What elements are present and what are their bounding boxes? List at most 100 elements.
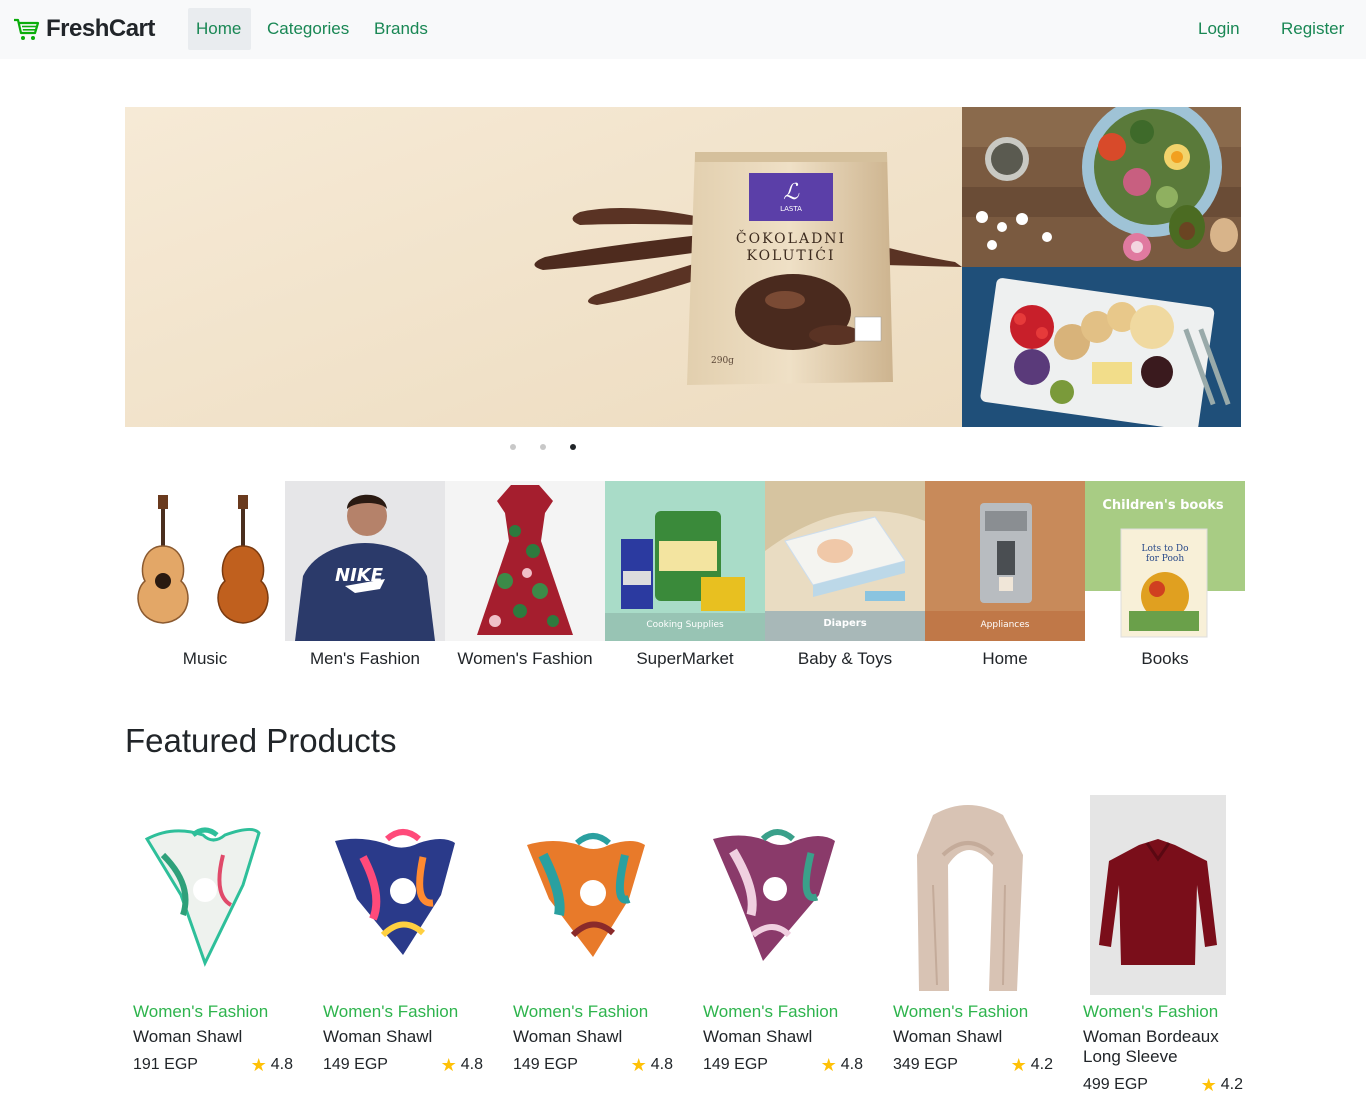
product-name[interactable]: Woman Shawl bbox=[893, 1027, 1053, 1047]
svg-text:NIKE: NIKE bbox=[335, 565, 384, 586]
product-image[interactable] bbox=[513, 795, 673, 995]
category-image-diapers: Diapers bbox=[765, 481, 925, 641]
nav-link-register[interactable]: Register bbox=[1273, 8, 1352, 50]
rating-value: 4.8 bbox=[650, 1056, 673, 1073]
category-card-music[interactable]: Music bbox=[125, 481, 285, 671]
product-name[interactable]: Woman Shawl bbox=[703, 1027, 863, 1047]
main-slider-image[interactable]: ℒ LASTA ČOKOLADNI KOLUTIĆI 290g bbox=[125, 107, 962, 427]
product-rating: ★ 4.2 bbox=[1011, 1056, 1053, 1074]
product-price: 149 EGP bbox=[513, 1056, 578, 1073]
category-image-caption: Children's books bbox=[1102, 498, 1224, 513]
star-icon: ★ bbox=[820, 1055, 837, 1075]
rating-value: 4.2 bbox=[1030, 1056, 1053, 1073]
product-rating: ★ 4.8 bbox=[631, 1056, 673, 1074]
category-card-supermarket[interactable]: Cooking Supplies SuperMarket bbox=[605, 481, 765, 671]
product-price: 349 EGP bbox=[893, 1056, 958, 1073]
category-image-caption: Diapers bbox=[823, 618, 866, 629]
nav-link-categories[interactable]: Categories bbox=[259, 8, 357, 50]
product-category[interactable]: Women's Fashion bbox=[513, 1000, 673, 1024]
product-category[interactable]: Women's Fashion bbox=[703, 1000, 863, 1024]
category-image-guitars bbox=[125, 481, 285, 641]
shopping-cart-icon bbox=[14, 18, 40, 40]
category-image-dress bbox=[445, 481, 605, 641]
product-card[interactable]: Women's Fashion Woman Shawl 349 EGP ★ 4.2 bbox=[893, 795, 1053, 1074]
slider-side-image-platter[interactable] bbox=[962, 267, 1241, 427]
category-card-home[interactable]: Appliances Home bbox=[925, 481, 1085, 671]
product-image[interactable] bbox=[1083, 795, 1243, 995]
product-price: 499 EGP bbox=[1083, 1076, 1148, 1093]
nav-link-brands[interactable]: Brands bbox=[366, 8, 436, 50]
rating-value: 4.2 bbox=[1220, 1076, 1243, 1093]
package-title-2: KOLUTIĆI bbox=[746, 246, 835, 264]
package-title-1: ČOKOLADNI bbox=[736, 229, 846, 247]
product-card[interactable]: Women's Fashion Woman Shawl 149 EGP ★ 4.8 bbox=[323, 795, 483, 1074]
category-card-books[interactable]: Children's books Lots to Do for Pooh Boo… bbox=[1085, 481, 1245, 671]
food-bowl-illustration bbox=[962, 107, 1241, 267]
product-image[interactable] bbox=[323, 795, 483, 995]
product-image[interactable] bbox=[133, 795, 293, 995]
product-rating: ★ 4.8 bbox=[821, 1056, 863, 1074]
product-name[interactable]: Woman Bordeaux Long Sleeve bbox=[1083, 1027, 1243, 1067]
svg-text:for Pooh: for Pooh bbox=[1146, 554, 1184, 564]
product-card[interactable]: Women's Fashion Woman Shawl 149 EGP ★ 4.8 bbox=[703, 795, 863, 1074]
product-image[interactable] bbox=[893, 795, 1053, 995]
chocolate-package-illustration: ℒ LASTA ČOKOLADNI KOLUTIĆI 290g bbox=[125, 107, 962, 427]
product-category[interactable]: Women's Fashion bbox=[893, 1000, 1053, 1024]
slider-dot-2[interactable] bbox=[540, 444, 546, 450]
navbar: FreshCart Home Categories Brands Login R… bbox=[0, 0, 1366, 59]
category-image-appliances: Appliances bbox=[925, 481, 1085, 641]
product-name[interactable]: Woman Shawl bbox=[133, 1027, 293, 1047]
category-card-mens-fashion[interactable]: NIKE Men's Fashion bbox=[285, 481, 445, 671]
slider-dot-3[interactable] bbox=[570, 444, 576, 450]
product-meta: 499 EGP ★ 4.2 bbox=[1083, 1076, 1243, 1094]
cheese-platter-illustration bbox=[962, 267, 1241, 427]
product-meta: 349 EGP ★ 4.2 bbox=[893, 1056, 1053, 1074]
category-label: Baby & Toys bbox=[797, 649, 893, 668]
package-weight: 290g bbox=[711, 356, 734, 366]
category-image-cooking-supplies: Cooking Supplies bbox=[605, 481, 765, 641]
category-label: Home bbox=[982, 649, 1028, 668]
product-name[interactable]: Woman Shawl bbox=[513, 1027, 673, 1047]
svg-text:ℒ: ℒ bbox=[783, 180, 800, 205]
product-meta: 191 EGP ★ 4.8 bbox=[133, 1056, 293, 1074]
product-meta: 149 EGP ★ 4.8 bbox=[703, 1056, 863, 1074]
product-card[interactable]: Women's Fashion Woman Shawl 149 EGP ★ 4.8 bbox=[513, 795, 673, 1074]
product-name[interactable]: Woman Shawl bbox=[323, 1027, 483, 1047]
product-category[interactable]: Women's Fashion bbox=[323, 1000, 483, 1024]
brand-logo[interactable]: FreshCart bbox=[12, 15, 155, 43]
product-image[interactable] bbox=[703, 795, 863, 995]
product-meta: 149 EGP ★ 4.8 bbox=[323, 1056, 483, 1074]
featured-products-heading: Featured Products bbox=[125, 722, 397, 759]
nav-link-home[interactable]: Home bbox=[188, 8, 251, 50]
product-rating: ★ 4.2 bbox=[1201, 1076, 1243, 1094]
svg-text:Lots to Do: Lots to Do bbox=[1141, 544, 1188, 554]
slider-side-image-food-bowl[interactable] bbox=[962, 107, 1241, 267]
product-price: 149 EGP bbox=[703, 1056, 768, 1073]
category-label: Music bbox=[182, 649, 228, 668]
product-card[interactable]: Women's Fashion Woman Shawl 191 EGP ★ 4.8 bbox=[133, 795, 293, 1074]
category-image-childrens-book: Children's books Lots to Do for Pooh bbox=[1085, 481, 1245, 641]
category-card-womens-fashion[interactable]: Women's Fashion bbox=[445, 481, 605, 671]
brand-name: FreshCart bbox=[46, 15, 155, 42]
rating-value: 4.8 bbox=[270, 1056, 293, 1073]
category-label: Books bbox=[1141, 649, 1189, 668]
product-meta: 149 EGP ★ 4.8 bbox=[513, 1056, 673, 1074]
category-image-hoodie: NIKE bbox=[285, 481, 445, 641]
star-icon: ★ bbox=[1200, 1075, 1217, 1095]
product-rating: ★ 4.8 bbox=[251, 1056, 293, 1074]
category-label: Men's Fashion bbox=[309, 649, 421, 668]
product-card[interactable]: Women's Fashion Woman Bordeaux Long Slee… bbox=[1083, 795, 1243, 1094]
product-category[interactable]: Women's Fashion bbox=[133, 1000, 293, 1024]
product-price: 191 EGP bbox=[133, 1056, 198, 1073]
nav-link-login[interactable]: Login bbox=[1190, 8, 1248, 50]
product-category[interactable]: Women's Fashion bbox=[1083, 1000, 1243, 1024]
slider-dot-1[interactable] bbox=[510, 444, 516, 450]
package-brand: LASTA bbox=[780, 205, 802, 213]
category-card-baby-toys[interactable]: Diapers Baby & Toys bbox=[765, 481, 925, 671]
slider-dots bbox=[510, 444, 576, 450]
category-image-caption: Cooking Supplies bbox=[646, 620, 724, 630]
category-label: Women's Fashion bbox=[457, 649, 593, 668]
rating-value: 4.8 bbox=[460, 1056, 483, 1073]
star-icon: ★ bbox=[630, 1055, 647, 1075]
category-label: SuperMarket bbox=[636, 649, 734, 668]
